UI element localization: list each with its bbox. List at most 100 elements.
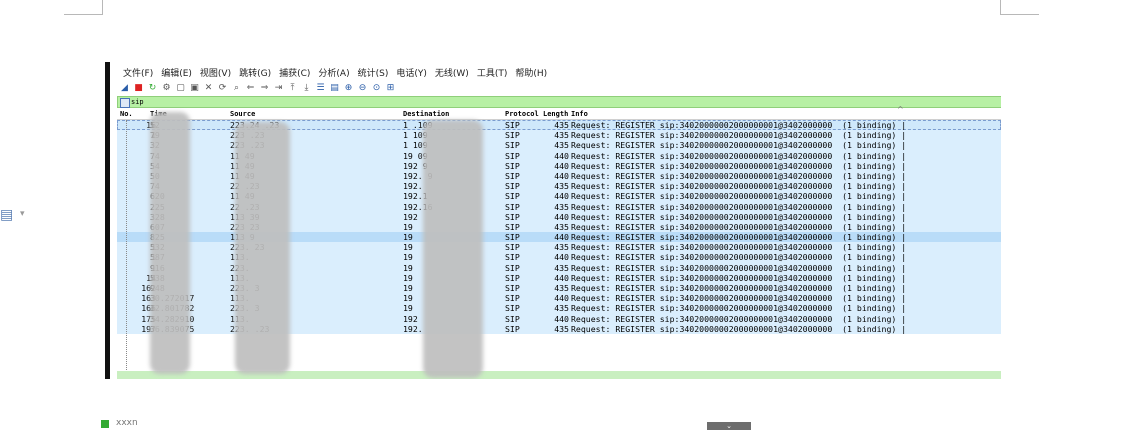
packet-cell-len: 435 bbox=[554, 181, 569, 192]
packet-cell-proto: SIP bbox=[505, 232, 520, 243]
packet-cell-info: Request: REGISTER sip:340200000020000000… bbox=[571, 201, 907, 212]
packet-cell-len: 435 bbox=[554, 323, 569, 334]
display-filter-input[interactable]: sip bbox=[131, 97, 144, 107]
packet-cell-len: 435 bbox=[554, 130, 569, 141]
packet-cell-len: 435 bbox=[554, 201, 569, 212]
packet-cell-info: Request: REGISTER sip:340200000020000000… bbox=[571, 211, 907, 222]
redaction-blur bbox=[150, 112, 190, 374]
column-header-info[interactable]: Info bbox=[571, 109, 1001, 119]
packet-cell-info: Request: REGISTER sip:340200000020000000… bbox=[571, 262, 907, 273]
packet-cell-proto: SIP bbox=[505, 170, 520, 181]
packet-cell-proto: SIP bbox=[505, 313, 520, 324]
bottom-tab[interactable]: ⌄ bbox=[707, 422, 751, 430]
packet-cell-info: Request: REGISTER sip:340200000020000000… bbox=[571, 283, 907, 293]
menu-item[interactable]: 视图(V) bbox=[196, 67, 235, 81]
packet-cell-len: 435 bbox=[554, 140, 569, 151]
autoscroll-icon[interactable]: ☰ bbox=[315, 83, 326, 94]
packet-cell-proto: SIP bbox=[505, 150, 520, 161]
packet-cell-info: Request: REGISTER sip:340200000020000000… bbox=[571, 313, 907, 324]
menu-item[interactable]: 跳转(G) bbox=[235, 67, 275, 81]
packet-cell-info: Request: REGISTER sip:340200000020000000… bbox=[571, 130, 907, 141]
packet-cell-info: Request: REGISTER sip:340200000020000000… bbox=[571, 323, 907, 334]
packet-cell-info: Request: REGISTER sip:340200000020000000… bbox=[571, 150, 907, 161]
save-icon[interactable]: ▣ bbox=[189, 83, 200, 94]
close-file-icon[interactable]: ✕ bbox=[203, 83, 214, 94]
forward-icon[interactable]: ⇒ bbox=[259, 83, 270, 94]
find-icon[interactable]: ⌕ bbox=[231, 83, 242, 94]
packet-cell-len: 435 bbox=[554, 283, 569, 293]
open-file-icon[interactable]: ▢ bbox=[175, 83, 186, 94]
packet-cell-len: 440 bbox=[554, 272, 569, 283]
menu-item[interactable]: 文件(F) bbox=[119, 67, 157, 81]
first-icon[interactable]: ⤒ bbox=[287, 83, 298, 94]
packet-cell-info: Request: REGISTER sip:340200000020000000… bbox=[571, 242, 907, 253]
packet-cell-proto: SIP bbox=[505, 201, 520, 212]
packet-cell-info: Request: REGISTER sip:340200000020000000… bbox=[571, 272, 907, 283]
redaction-blur bbox=[235, 122, 290, 374]
bottom-label: xxxn bbox=[116, 418, 138, 428]
packet-cell-len: 440 bbox=[554, 313, 569, 324]
packet-cell-len: 435 bbox=[554, 242, 569, 253]
reload-icon[interactable]: ⟳ bbox=[217, 83, 228, 94]
menu-item[interactable]: 编辑(E) bbox=[157, 67, 196, 81]
colorize-icon[interactable]: ▤ bbox=[329, 83, 340, 94]
zoom-reset-icon[interactable]: ⊙ bbox=[371, 83, 382, 94]
redaction-blur bbox=[423, 120, 483, 378]
packet-cell-info: Request: REGISTER sip:340200000020000000… bbox=[571, 170, 907, 181]
packet-cell-proto: SIP bbox=[505, 272, 520, 283]
options-icon[interactable]: ⚙ bbox=[161, 83, 172, 94]
packet-cell-proto: SIP bbox=[505, 293, 520, 304]
chevron-down-icon[interactable]: ▾ bbox=[20, 209, 25, 219]
column-header-protocol[interactable]: Protocol bbox=[505, 109, 541, 119]
packet-cell-len: 440 bbox=[554, 232, 569, 243]
back-icon[interactable]: ⇐ bbox=[245, 83, 256, 94]
packet-cell-proto: SIP bbox=[505, 191, 520, 202]
zoom-in-icon[interactable]: ⊕ bbox=[343, 83, 354, 94]
packet-cell-info: Request: REGISTER sip:340200000020000000… bbox=[571, 160, 907, 171]
column-header-source[interactable]: Source bbox=[230, 109, 340, 119]
packet-cell-len: 435 bbox=[554, 120, 569, 130]
packet-cell-proto: SIP bbox=[505, 283, 520, 293]
packet-cell-len: 440 bbox=[554, 211, 569, 222]
page-corner-mark-left bbox=[64, 0, 103, 15]
packet-cell-len: 435 bbox=[554, 303, 569, 314]
column-header-destination[interactable]: Destination bbox=[403, 109, 503, 119]
menu-item[interactable]: 帮助(H) bbox=[511, 67, 551, 81]
document-icon bbox=[101, 420, 109, 428]
menu-item[interactable]: 工具(T) bbox=[473, 67, 512, 81]
shark-fin-icon[interactable]: ◢ bbox=[119, 83, 130, 94]
resize-columns-icon[interactable]: ⊞ bbox=[385, 83, 396, 94]
packet-cell-len: 440 bbox=[554, 160, 569, 171]
bookmark-icon[interactable] bbox=[120, 98, 130, 108]
column-header-length[interactable]: Length bbox=[543, 109, 569, 119]
menu-bar: 文件(F) 编辑(E) 视图(V) 跳转(G) 捕获(C) 分析(A) 统计(S) 电话(Y)… bbox=[119, 67, 551, 81]
packet-cell-info: Request: REGISTER sip:340200000020000000… bbox=[571, 191, 907, 202]
goto-icon[interactable]: ⇥ bbox=[273, 83, 284, 94]
restart-icon[interactable]: ↻ bbox=[147, 83, 158, 94]
packet-list-header: No. Time Source Destination Protocol Len… bbox=[117, 105, 1001, 120]
menu-item[interactable]: 分析(A) bbox=[314, 67, 353, 81]
menu-item[interactable]: 电话(Y) bbox=[392, 67, 431, 81]
page-corner-mark-right bbox=[1000, 0, 1039, 15]
menu-item[interactable]: 统计(S) bbox=[354, 67, 393, 81]
packet-cell-info: Request: REGISTER sip:340200000020000000… bbox=[571, 303, 907, 314]
packet-cell-len: 435 bbox=[554, 262, 569, 273]
packet-cell-proto: SIP bbox=[505, 242, 520, 253]
stop-icon[interactable]: ■ bbox=[133, 83, 144, 94]
packet-cell-proto: SIP bbox=[505, 130, 520, 141]
packet-cell-len: 440 bbox=[554, 170, 569, 181]
packet-cell-info: Request: REGISTER sip:340200000020000000… bbox=[571, 293, 907, 304]
packet-cell-proto: SIP bbox=[505, 120, 520, 130]
paste-options-icon[interactable]: ▤ bbox=[0, 206, 14, 224]
last-icon[interactable]: ⤓ bbox=[301, 83, 312, 94]
packet-cell-info: Request: REGISTER sip:340200000020000000… bbox=[571, 120, 907, 130]
packet-cell-info: Request: REGISTER sip:340200000020000000… bbox=[571, 221, 907, 232]
packet-cell-proto: SIP bbox=[505, 252, 520, 263]
sort-caret-icon: ^ bbox=[897, 105, 904, 114]
packet-cell-proto: SIP bbox=[505, 303, 520, 314]
display-filter-bar[interactable]: sip bbox=[117, 96, 1001, 108]
menu-item[interactable]: 捕获(C) bbox=[275, 67, 314, 81]
zoom-out-icon[interactable]: ⊖ bbox=[357, 83, 368, 94]
conversation-tree-line bbox=[126, 120, 128, 370]
menu-item[interactable]: 无线(W) bbox=[431, 67, 473, 81]
